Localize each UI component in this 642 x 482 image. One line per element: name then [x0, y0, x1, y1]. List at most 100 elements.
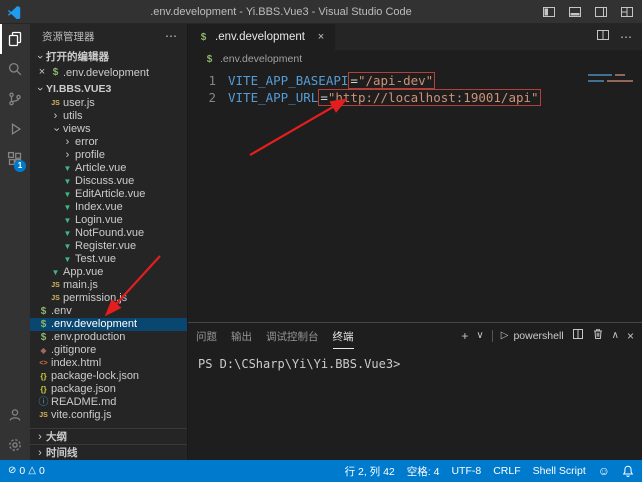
close-panel-icon[interactable] — [627, 330, 634, 342]
feedback-smiley-icon[interactable] — [598, 465, 610, 477]
tree-item[interactable]: Article.vue — [30, 162, 187, 175]
tree-item[interactable]: package.json — [30, 383, 187, 396]
status-item[interactable]: UTF-8 — [451, 464, 481, 479]
tree-item[interactable]: EditArticle.vue — [30, 188, 187, 201]
panel-tab[interactable]: 调试控制台 — [266, 324, 319, 349]
terminal-content[interactable]: PS D:\CSharp\Yi\Yi.BBS.Vue3> — [188, 349, 642, 460]
toggle-secondary-sidebar-icon[interactable] — [592, 3, 610, 21]
tree-item[interactable]: Discuss.vue — [30, 175, 187, 188]
tree-item[interactable]: .env.production — [30, 331, 187, 344]
open-editor-item[interactable]: .env.development — [30, 65, 187, 80]
tree-item-name: package.json — [51, 383, 116, 396]
terminal-actions: powershell — [461, 327, 634, 345]
panel-tab[interactable]: 问题 — [196, 324, 217, 349]
toggle-panel-icon[interactable] — [566, 3, 584, 21]
tree-item[interactable]: profile — [30, 149, 187, 162]
activity-explorer-icon[interactable] — [0, 24, 30, 54]
project-root-header[interactable]: YI.BBS.VUE3 — [30, 80, 187, 97]
status-item[interactable]: 行 2, 列 42 — [345, 464, 395, 479]
terminal-dropdown-icon[interactable] — [476, 331, 483, 341]
split-terminal-icon[interactable] — [572, 327, 584, 345]
editor-more-actions-icon[interactable] — [620, 31, 632, 43]
project-root-label: YI.BBS.VUE3 — [46, 83, 111, 95]
tree-item-name: user.js — [63, 97, 95, 110]
activity-run-debug-icon[interactable] — [0, 114, 30, 144]
new-terminal-icon[interactable] — [461, 330, 468, 342]
tree-item-name: index.html — [51, 357, 101, 370]
tree-item[interactable]: Register.vue — [30, 240, 187, 253]
tree-item[interactable]: utils — [30, 110, 187, 123]
vscode-logo-icon — [6, 4, 22, 20]
tree-item-name: profile — [75, 149, 105, 162]
tree-item[interactable]: user.js — [30, 97, 187, 110]
tree-item[interactable]: package-lock.json — [30, 370, 187, 383]
breadcrumb[interactable]: .env.development — [188, 50, 642, 68]
open-editors-header[interactable]: 打开的编辑器 — [30, 48, 187, 65]
activity-account-icon[interactable] — [0, 400, 30, 430]
status-bar: 0 0 行 2, 列 42 空格: 4 UTF-8 CRLF Shell Script — [0, 460, 642, 482]
customize-layout-icon[interactable] — [618, 3, 636, 21]
activity-source-control-icon[interactable] — [0, 84, 30, 114]
panel-tab[interactable]: 终端 — [333, 324, 354, 349]
panel-tabs: 问题 输出 调试控制台 终端 — [196, 324, 354, 349]
tab-env-development[interactable]: .env.development — [188, 24, 336, 50]
tree-item-name: .env.development — [51, 318, 137, 331]
file-icon — [48, 266, 63, 279]
kill-terminal-icon[interactable] — [592, 327, 604, 345]
activity-search-icon[interactable] — [0, 54, 30, 84]
chevron-right-icon — [34, 447, 46, 459]
tree-item[interactable]: Login.vue — [30, 214, 187, 227]
maximize-panel-icon[interactable] — [612, 331, 619, 341]
terminal-shell-label[interactable]: powershell — [513, 330, 563, 342]
layout-controls — [540, 3, 636, 21]
code-editor[interactable]: 1VITE_APP_BASEAPI="/api-dev" 2VITE_APP_U… — [188, 68, 642, 322]
tree-item[interactable]: .gitignore — [30, 344, 187, 357]
file-icon — [60, 214, 75, 227]
tree-item[interactable]: error — [30, 136, 187, 149]
file-icon — [60, 162, 75, 175]
split-editor-icon[interactable] — [596, 28, 610, 47]
errors-count: 0 — [19, 465, 25, 477]
status-item[interactable]: CRLF — [493, 464, 520, 479]
tree-item[interactable]: App.vue — [30, 266, 187, 279]
panel-tab[interactable]: 输出 — [231, 324, 252, 349]
sidebar-section-label: 大纲 — [46, 429, 67, 444]
sidebar-section-header[interactable]: 大纲 — [30, 428, 187, 444]
explorer-more-actions-icon[interactable] — [165, 30, 177, 42]
sidebar-section-label: 时间线 — [46, 445, 78, 460]
editor-actions — [596, 24, 642, 50]
status-item[interactable]: Shell Script — [533, 464, 586, 479]
status-item[interactable]: 空格: 4 — [407, 464, 440, 479]
tree-item[interactable]: permission.js — [30, 292, 187, 305]
chevron-right-icon — [34, 431, 46, 443]
tree-item[interactable]: vite.config.js — [30, 409, 187, 422]
tree-item[interactable]: NotFound.vue — [30, 227, 187, 240]
activity-extensions-icon[interactable]: 1 — [0, 144, 30, 174]
highlight-box: ="http://localhost:19001/api" — [318, 89, 540, 106]
tree-item[interactable]: main.js — [30, 279, 187, 292]
file-tree: user.js utils views error — [30, 97, 187, 428]
problems-status[interactable]: 0 0 — [8, 465, 45, 477]
file-icon — [48, 292, 63, 305]
env-key: VITE_APP_URL — [228, 90, 318, 105]
tab-close-icon[interactable] — [315, 32, 327, 43]
tree-item[interactable]: .env.development — [30, 318, 187, 331]
file-icon — [36, 318, 51, 331]
tree-item[interactable]: .env — [30, 305, 187, 318]
tree-item[interactable]: Index.vue — [30, 201, 187, 214]
activity-settings-gear-icon[interactable] — [0, 430, 30, 460]
sidebar-section-header[interactable]: 时间线 — [30, 444, 187, 460]
tree-item[interactable]: index.html — [30, 357, 187, 370]
tree-item[interactable]: views — [30, 123, 187, 136]
notifications-bell-icon[interactable] — [622, 465, 634, 477]
toggle-primary-sidebar-icon[interactable] — [540, 3, 558, 21]
tree-item[interactable]: README.md — [30, 396, 187, 409]
tree-item[interactable]: Test.vue — [30, 253, 187, 266]
open-editors-list: .env.development — [30, 65, 187, 80]
tree-item-name: .gitignore — [51, 344, 96, 357]
tree-item-name: main.js — [63, 279, 98, 292]
close-editor-icon[interactable] — [36, 67, 48, 78]
minimap[interactable] — [588, 74, 636, 82]
tree-item-name: views — [63, 123, 91, 136]
powershell-icon — [501, 331, 509, 341]
